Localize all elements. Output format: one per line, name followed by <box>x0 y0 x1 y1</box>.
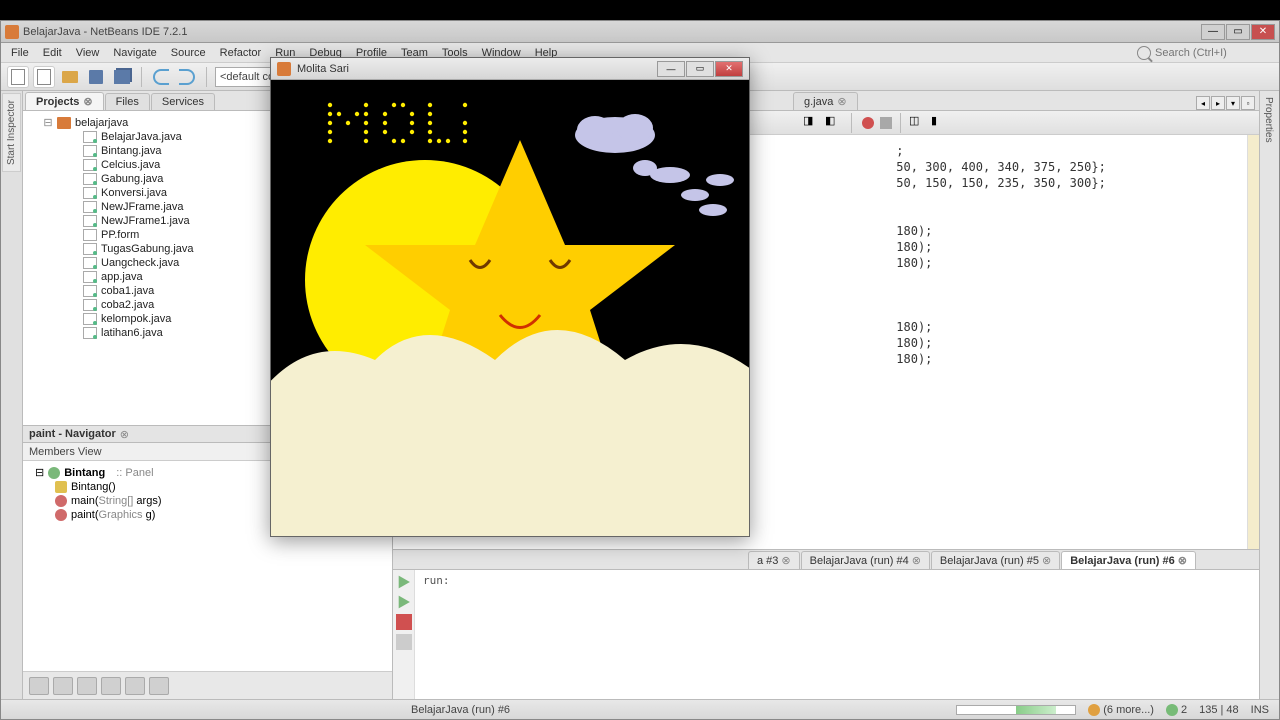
search-box[interactable] <box>1137 46 1275 60</box>
app-icon <box>5 25 19 39</box>
separator <box>206 67 207 87</box>
output-body: run: <box>393 570 1259 699</box>
status-more[interactable]: (6 more...) <box>1088 704 1154 716</box>
navigator-toolbar <box>23 671 392 699</box>
ed-max-button[interactable]: ▫ <box>1241 96 1255 110</box>
maximize-button[interactable]: ▭ <box>1226 24 1250 40</box>
separator <box>141 67 142 87</box>
search-icon <box>1137 46 1151 60</box>
status-bar: BelajarJava (run) #6 (6 more...) 2 135 |… <box>1 699 1279 719</box>
ed-right-button[interactable]: ▸ <box>1211 96 1225 110</box>
app-canvas <box>271 80 749 536</box>
nav-btn[interactable] <box>53 677 73 695</box>
right-dock-tab[interactable]: Properties <box>1260 91 1277 149</box>
tab-files[interactable]: Files <box>105 93 150 110</box>
app-maximize-button[interactable]: ▭ <box>686 61 714 77</box>
status-cursor: 135 | 48 <box>1199 704 1239 716</box>
new-project-button[interactable] <box>33 66 55 88</box>
app-title: Molita Sari <box>297 63 651 75</box>
output-content[interactable]: run: <box>415 570 1259 699</box>
progress-bar <box>956 705 1076 715</box>
history-icon[interactable]: ◨ <box>803 114 821 132</box>
app-minimize-button[interactable]: — <box>657 61 685 77</box>
app-close-button[interactable]: ✕ <box>715 61 743 77</box>
java-app-window: Molita Sari — ▭ ✕ <box>270 57 750 537</box>
tool-icon[interactable]: ▮ <box>931 114 949 132</box>
rerun-icon[interactable] <box>396 594 412 610</box>
status-run: BelajarJava (run) #6 <box>411 704 510 716</box>
java-icon <box>277 62 291 76</box>
editor-tab[interactable]: g.java⊗ <box>793 92 858 110</box>
close-button[interactable]: ✕ <box>1251 24 1275 40</box>
stop-icon[interactable] <box>880 117 892 129</box>
open-button[interactable] <box>59 66 81 88</box>
window-title: BelajarJava - NetBeans IDE 7.2.1 <box>23 26 1197 38</box>
stop-icon[interactable] <box>396 614 412 630</box>
output-btn[interactable] <box>396 634 412 650</box>
ed-min-button[interactable]: ▾ <box>1226 96 1240 110</box>
output-tabs: a #3⊗ BelajarJava (run) #4⊗ BelajarJava … <box>393 550 1259 570</box>
tab-services[interactable]: Services <box>151 93 215 110</box>
nav-btn[interactable] <box>29 677 49 695</box>
redo-button[interactable] <box>176 66 198 88</box>
undo-button[interactable] <box>150 66 172 88</box>
menu-navigate[interactable]: Navigate <box>107 45 162 61</box>
window-titlebar: BelajarJava - NetBeans IDE 7.2.1 — ▭ ✕ <box>1 21 1279 43</box>
app-titlebar[interactable]: Molita Sari — ▭ ✕ <box>271 58 749 80</box>
left-dock: Start Inspector <box>1 91 23 699</box>
menu-refactor[interactable]: Refactor <box>214 45 268 61</box>
rerun-icon[interactable] <box>396 574 412 590</box>
status-mode: INS <box>1251 704 1269 716</box>
nav-btn[interactable] <box>101 677 121 695</box>
menu-edit[interactable]: Edit <box>37 45 68 61</box>
tab-projects[interactable]: Projects⊗ <box>25 92 104 110</box>
window-controls: — ▭ ✕ <box>1201 24 1275 40</box>
output-panel: a #3⊗ BelajarJava (run) #4⊗ BelajarJava … <box>393 549 1259 699</box>
output-tab-active[interactable]: BelajarJava (run) #6⊗ <box>1061 551 1196 569</box>
save-button[interactable] <box>85 66 107 88</box>
minimize-button[interactable]: — <box>1201 24 1225 40</box>
nav-btn[interactable] <box>125 677 145 695</box>
right-dock: Properties <box>1259 91 1279 699</box>
tool-icon[interactable]: ◫ <box>909 114 927 132</box>
error-stripe <box>1247 135 1259 549</box>
new-file-button[interactable] <box>7 66 29 88</box>
ed-left-button[interactable]: ◂ <box>1196 96 1210 110</box>
output-tab[interactable]: BelajarJava (run) #4⊗ <box>801 551 930 569</box>
output-buttons <box>393 570 415 699</box>
status-errors[interactable]: 2 <box>1166 704 1187 716</box>
record-icon[interactable] <box>862 117 874 129</box>
output-tab[interactable]: BelajarJava (run) #5⊗ <box>931 551 1060 569</box>
left-dock-tab[interactable]: Start Inspector <box>2 93 21 172</box>
output-tab[interactable]: a #3⊗ <box>748 551 800 569</box>
save-all-button[interactable] <box>111 66 133 88</box>
history-icon[interactable]: ◧ <box>825 114 843 132</box>
search-input[interactable] <box>1155 47 1275 59</box>
nav-btn[interactable] <box>149 677 169 695</box>
nav-btn[interactable] <box>77 677 97 695</box>
menu-source[interactable]: Source <box>165 45 212 61</box>
menu-view[interactable]: View <box>70 45 106 61</box>
menu-file[interactable]: File <box>5 45 35 61</box>
